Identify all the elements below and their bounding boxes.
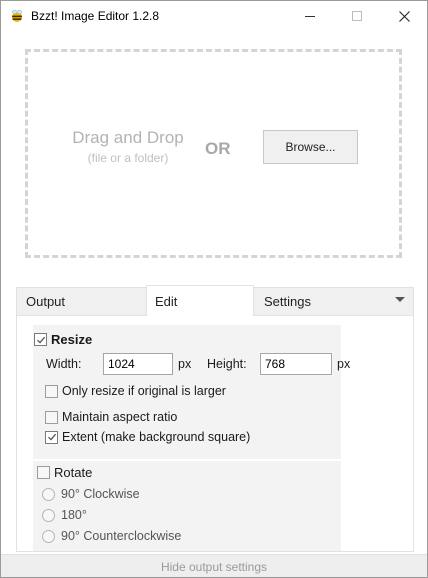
maintain-aspect-label: Maintain aspect ratio: [62, 410, 178, 424]
checkmark-icon: [47, 433, 56, 441]
rotate-cw-row[interactable]: 90° Clockwise: [42, 487, 140, 501]
tab-settings[interactable]: Settings: [264, 287, 311, 316]
rotate-checkbox-row[interactable]: Rotate: [37, 465, 92, 480]
rotate-180-label: 180°: [61, 508, 87, 522]
hide-output-settings-button[interactable]: Hide output settings: [1, 554, 427, 577]
rotate-label: Rotate: [54, 465, 93, 480]
tab-output[interactable]: Output: [26, 287, 65, 316]
tab-edit[interactable]: Edit: [146, 285, 254, 317]
rotate-ccw-row[interactable]: 90° Counterclockwise: [42, 529, 181, 543]
width-field[interactable]: [103, 353, 173, 375]
edit-panel: Resize Width: px Height: px Only resize …: [16, 316, 414, 552]
rotate-180-radio[interactable]: [42, 508, 55, 522]
extent-label: Extent (make background square): [62, 430, 251, 444]
minimize-button[interactable]: [287, 1, 333, 31]
rotate-ccw-label: 90° Counterclockwise: [61, 529, 182, 543]
app-window: Bzzt! Image Editor 1.2.8 Drag and Drop (…: [0, 0, 428, 578]
bee-icon: [10, 9, 24, 23]
only-resize-larger-checkbox[interactable]: [45, 384, 58, 398]
close-icon: [398, 10, 410, 22]
extent-checkbox[interactable]: [45, 430, 58, 444]
height-field[interactable]: [260, 353, 332, 375]
rotate-checkbox[interactable]: [37, 466, 50, 479]
close-button[interactable]: [381, 1, 427, 31]
or-label: OR: [205, 139, 231, 158]
height-label: Height:: [207, 357, 247, 371]
resize-checkbox[interactable]: [34, 333, 47, 346]
only-resize-larger-row[interactable]: Only resize if original is larger: [45, 384, 226, 398]
maximize-icon: [352, 11, 362, 21]
maintain-aspect-row[interactable]: Maintain aspect ratio: [45, 410, 177, 424]
rotate-ccw-radio[interactable]: [42, 529, 55, 543]
window-title: Bzzt! Image Editor 1.2.8: [31, 9, 160, 23]
rotate-180-row[interactable]: 180°: [42, 508, 87, 522]
maintain-aspect-checkbox[interactable]: [45, 410, 58, 424]
height-unit: px: [337, 357, 351, 371]
extent-row[interactable]: Extent (make background square): [45, 430, 250, 444]
checkmark-icon: [36, 336, 45, 344]
browse-button[interactable]: Browse...: [263, 130, 358, 164]
resize-checkbox-row[interactable]: Resize: [34, 332, 92, 347]
title-bar[interactable]: Bzzt! Image Editor 1.2.8: [1, 1, 427, 31]
drop-zone[interactable]: Drag and Drop (file or a folder) OR Brow…: [25, 49, 402, 258]
only-resize-larger-label: Only resize if original is larger: [62, 384, 226, 398]
rotate-cw-label: 90° Clockwise: [61, 487, 140, 501]
maximize-button[interactable]: [334, 1, 380, 31]
minimize-icon: [305, 16, 315, 17]
width-unit: px: [178, 357, 192, 371]
drag-drop-title: Drag and Drop: [72, 128, 184, 147]
drag-drop-subtitle: (file or a folder): [87, 151, 169, 165]
settings-tabs: Output Edit Settings: [16, 285, 414, 317]
width-label: Width:: [46, 357, 82, 371]
resize-label: Resize: [51, 332, 93, 347]
rotate-cw-radio[interactable]: [42, 487, 55, 501]
tab-overflow-chevron-down-icon[interactable]: [395, 297, 405, 302]
